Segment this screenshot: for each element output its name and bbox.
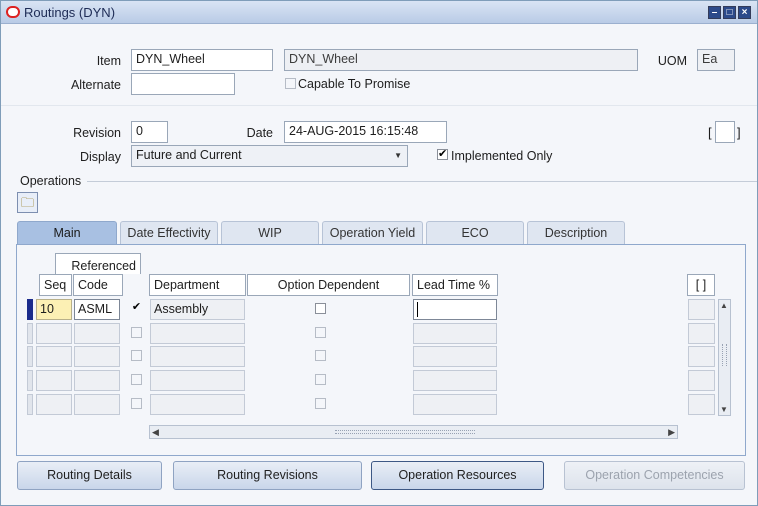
tab-wip[interactable]: WIP: [221, 221, 319, 244]
referenced-checkbox[interactable]: ✔: [131, 302, 142, 314]
option-dependent-checkbox[interactable]: [315, 350, 326, 361]
flexfield-cell[interactable]: [688, 299, 715, 320]
referenced-checkbox[interactable]: [131, 350, 142, 361]
row-current-indicator[interactable]: [27, 299, 33, 320]
referenced-checkbox[interactable]: [131, 398, 142, 409]
item-description-field: DYN_Wheel: [284, 49, 638, 71]
code-cell[interactable]: [74, 323, 120, 344]
scroll-up-icon[interactable]: ▲: [720, 301, 728, 310]
scroll-right-icon[interactable]: ▶: [668, 427, 675, 438]
column-header-option-dependent: Option Dependent: [247, 274, 410, 296]
column-header-lead-time: Lead Time %: [412, 274, 498, 296]
close-icon[interactable]: ×: [738, 6, 751, 19]
revision-label: Revision: [73, 126, 121, 140]
column-header-flexfield: [ ]: [687, 274, 715, 296]
flexfield-cell[interactable]: [688, 323, 715, 344]
seq-cell[interactable]: [36, 370, 72, 391]
minimize-icon[interactable]: –: [708, 6, 721, 19]
scroll-thumb-grip[interactable]: [722, 344, 727, 366]
flex-bracket-left: [: [708, 125, 712, 140]
seq-cell[interactable]: [36, 323, 72, 344]
flexfield-cell[interactable]: [688, 394, 715, 415]
window-title: Routings (DYN): [24, 5, 116, 20]
tab-eco[interactable]: ECO: [426, 221, 524, 244]
referenced-checkbox[interactable]: [131, 374, 142, 385]
date-label: Date: [246, 126, 273, 140]
code-cell[interactable]: [74, 394, 120, 415]
horizontal-scrollbar[interactable]: ◀ ▶: [149, 425, 678, 439]
row-indicator[interactable]: [27, 394, 33, 415]
tab-operation-yield[interactable]: Operation Yield: [322, 221, 423, 244]
column-header-code: Code: [73, 274, 123, 296]
lead-time-cell[interactable]: [413, 299, 497, 320]
seq-cell[interactable]: [36, 346, 72, 367]
lead-time-cell[interactable]: [413, 346, 497, 367]
option-dependent-checkbox[interactable]: [315, 303, 326, 314]
option-dependent-checkbox[interactable]: [315, 398, 326, 409]
title-bar[interactable]: Routings (DYN) – □ ×: [1, 1, 757, 24]
code-cell[interactable]: [74, 370, 120, 391]
implemented-only-checkbox[interactable]: ✔: [437, 149, 448, 160]
department-cell[interactable]: [150, 323, 245, 344]
routing-revisions-button[interactable]: Routing Revisions: [173, 461, 362, 490]
row-indicator[interactable]: [27, 346, 33, 367]
header-divider: [1, 105, 757, 106]
seq-cell[interactable]: [36, 394, 72, 415]
alternate-label: Alternate: [70, 78, 121, 92]
date-field[interactable]: 24-AUG-2015 16:15:48: [284, 121, 447, 143]
tab-date-effectivity[interactable]: Date Effectivity: [120, 221, 218, 244]
capable-to-promise-label: Capable To Promise: [298, 77, 411, 91]
folder-icon[interactable]: 🗀: [17, 192, 38, 213]
scroll-down-icon[interactable]: ▼: [720, 405, 728, 414]
code-cell[interactable]: ASML: [74, 299, 120, 320]
seq-cell[interactable]: 10: [36, 299, 72, 320]
flexfield-cell[interactable]: [688, 370, 715, 391]
implemented-only-label: Implemented Only: [451, 149, 553, 163]
uom-label: UOM: [657, 54, 687, 68]
tab-main[interactable]: Main: [17, 221, 117, 244]
display-label: Display: [80, 150, 121, 164]
item-label: Item: [96, 54, 121, 68]
uom-field: Ea: [697, 49, 735, 71]
option-dependent-checkbox[interactable]: [315, 327, 326, 338]
department-cell[interactable]: [150, 346, 245, 367]
operation-resources-button[interactable]: Operation Resources: [371, 461, 544, 490]
scroll-left-icon[interactable]: ◀: [152, 427, 159, 438]
row-indicator[interactable]: [27, 370, 33, 391]
lead-time-cell[interactable]: [413, 394, 497, 415]
referenced-checkbox[interactable]: [131, 327, 142, 338]
revision-field[interactable]: 0: [131, 121, 168, 143]
row-indicator[interactable]: [27, 323, 33, 344]
routings-window: Routings (DYN) – □ × Item DYN_Wheel DYN_…: [0, 0, 758, 506]
text-cursor: [417, 302, 418, 317]
display-select[interactable]: Future and Current ▼: [131, 145, 408, 167]
column-header-referenced: Referenced: [55, 253, 141, 274]
flex-bracket-right: ]: [737, 125, 741, 140]
column-header-department: Department: [149, 274, 246, 296]
maximize-icon[interactable]: □: [723, 6, 736, 19]
department-cell[interactable]: Assembly: [150, 299, 245, 320]
operations-divider: [87, 181, 757, 182]
lead-time-cell[interactable]: [413, 370, 497, 391]
item-field[interactable]: DYN_Wheel: [131, 49, 273, 71]
operations-section-label: Operations: [20, 174, 82, 188]
column-header-seq: Seq: [39, 274, 72, 296]
display-selected-value: Future and Current: [136, 148, 242, 162]
descriptive-flexfield[interactable]: [715, 121, 735, 143]
flexfield-cell[interactable]: [688, 346, 715, 367]
lead-time-cell[interactable]: [413, 323, 497, 344]
oracle-logo-icon: [6, 6, 20, 18]
capable-to-promise-checkbox[interactable]: [285, 78, 296, 89]
chevron-down-icon: ▼: [394, 151, 402, 160]
option-dependent-checkbox[interactable]: [315, 374, 326, 385]
alternate-field[interactable]: [131, 73, 235, 95]
operation-competencies-button[interactable]: Operation Competencies: [564, 461, 745, 490]
scroll-thumb-grip[interactable]: [335, 430, 475, 434]
department-cell[interactable]: [150, 370, 245, 391]
department-cell[interactable]: [150, 394, 245, 415]
tab-description[interactable]: Description: [527, 221, 625, 244]
routing-details-button[interactable]: Routing Details: [17, 461, 162, 490]
code-cell[interactable]: [74, 346, 120, 367]
vertical-scrollbar[interactable]: ▲ ▼: [718, 299, 731, 416]
